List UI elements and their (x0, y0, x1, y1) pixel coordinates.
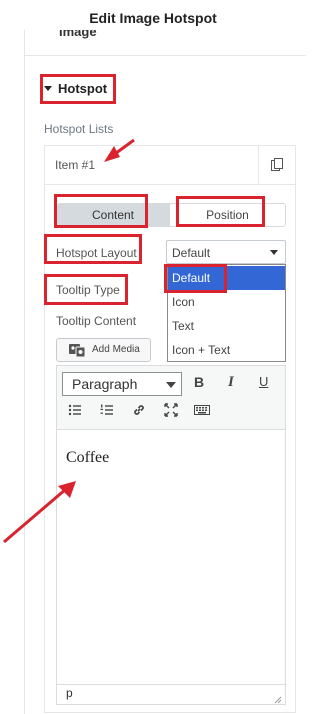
link-icon[interactable] (132, 403, 146, 417)
fullscreen-icon[interactable] (164, 403, 178, 417)
bold-button[interactable]: B (194, 374, 204, 390)
resize-handle-icon[interactable] (272, 694, 282, 704)
format-select-value: Paragraph (72, 376, 138, 392)
hotspot-lists-label: Hotspot Lists (44, 122, 114, 136)
chevron-down-icon (166, 382, 176, 388)
highlight-box-hotspot (40, 74, 116, 104)
italic-button[interactable]: I (228, 374, 234, 391)
panel-title: Edit Image Hotspot (89, 10, 217, 26)
underline-button[interactable]: U (259, 374, 268, 389)
hotspot-layout-value: Default (172, 246, 211, 260)
editor-body-text[interactable]: Coffee (66, 449, 109, 467)
copy-icon[interactable] (271, 158, 283, 171)
keyboard-icon[interactable] (194, 403, 210, 417)
add-media-label: Add Media (92, 344, 140, 355)
editor-status-bar (57, 684, 285, 704)
highlight-box-content (54, 194, 148, 228)
repeater-item-title[interactable]: Item #1 (55, 158, 95, 172)
highlight-box-layout (44, 234, 142, 264)
prev-section-header[interactable]: Image (24, 30, 306, 56)
item-separator (258, 145, 259, 185)
media-icon (69, 344, 86, 358)
highlight-box-tooltip-type (44, 274, 128, 305)
option-text[interactable]: Text (168, 314, 285, 338)
tooltip-content-label: Tooltip Content (56, 314, 137, 328)
option-icon[interactable]: Icon (168, 290, 285, 314)
bullet-list-icon[interactable] (68, 403, 82, 417)
numbered-list-icon[interactable] (100, 403, 114, 417)
highlight-box-default (164, 264, 227, 293)
element-path: p (66, 686, 73, 700)
prev-section-label: Image (59, 30, 97, 39)
chevron-down-icon (270, 250, 278, 255)
highlight-box-position (176, 196, 265, 227)
option-icon-text[interactable]: Icon + Text (168, 338, 285, 362)
